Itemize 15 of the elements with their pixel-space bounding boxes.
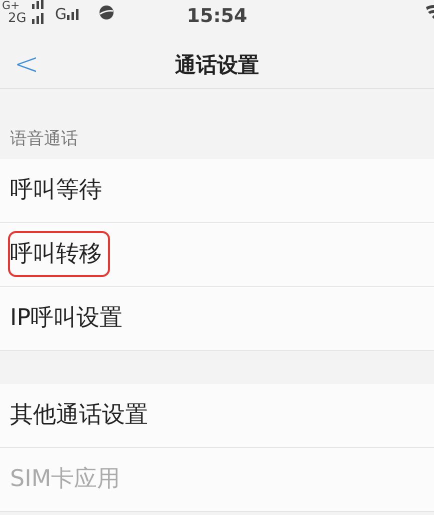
network-label: G [55, 8, 67, 21]
settings-item[interactable]: 其他通话设置 [8, 392, 156, 438]
signal-icon [67, 9, 79, 20]
settings-item[interactable]: 呼叫等待 [8, 166, 110, 214]
circle-icon [99, 5, 114, 20]
network-label: G+ [2, 0, 20, 11]
settings-item[interactable]: 呼叫转移 [8, 230, 110, 278]
settings-item[interactable]: IP呼叫设置 [8, 294, 131, 342]
network-label: 2G [8, 12, 26, 25]
signal-icon [32, 13, 44, 24]
wifi-icon [426, 5, 434, 19]
signal-icon [32, 0, 44, 9]
section-heading: 语音通话 [9, 128, 79, 151]
clock-time: 15:54 [186, 4, 248, 29]
page-title: 通话设置 [175, 52, 259, 80]
